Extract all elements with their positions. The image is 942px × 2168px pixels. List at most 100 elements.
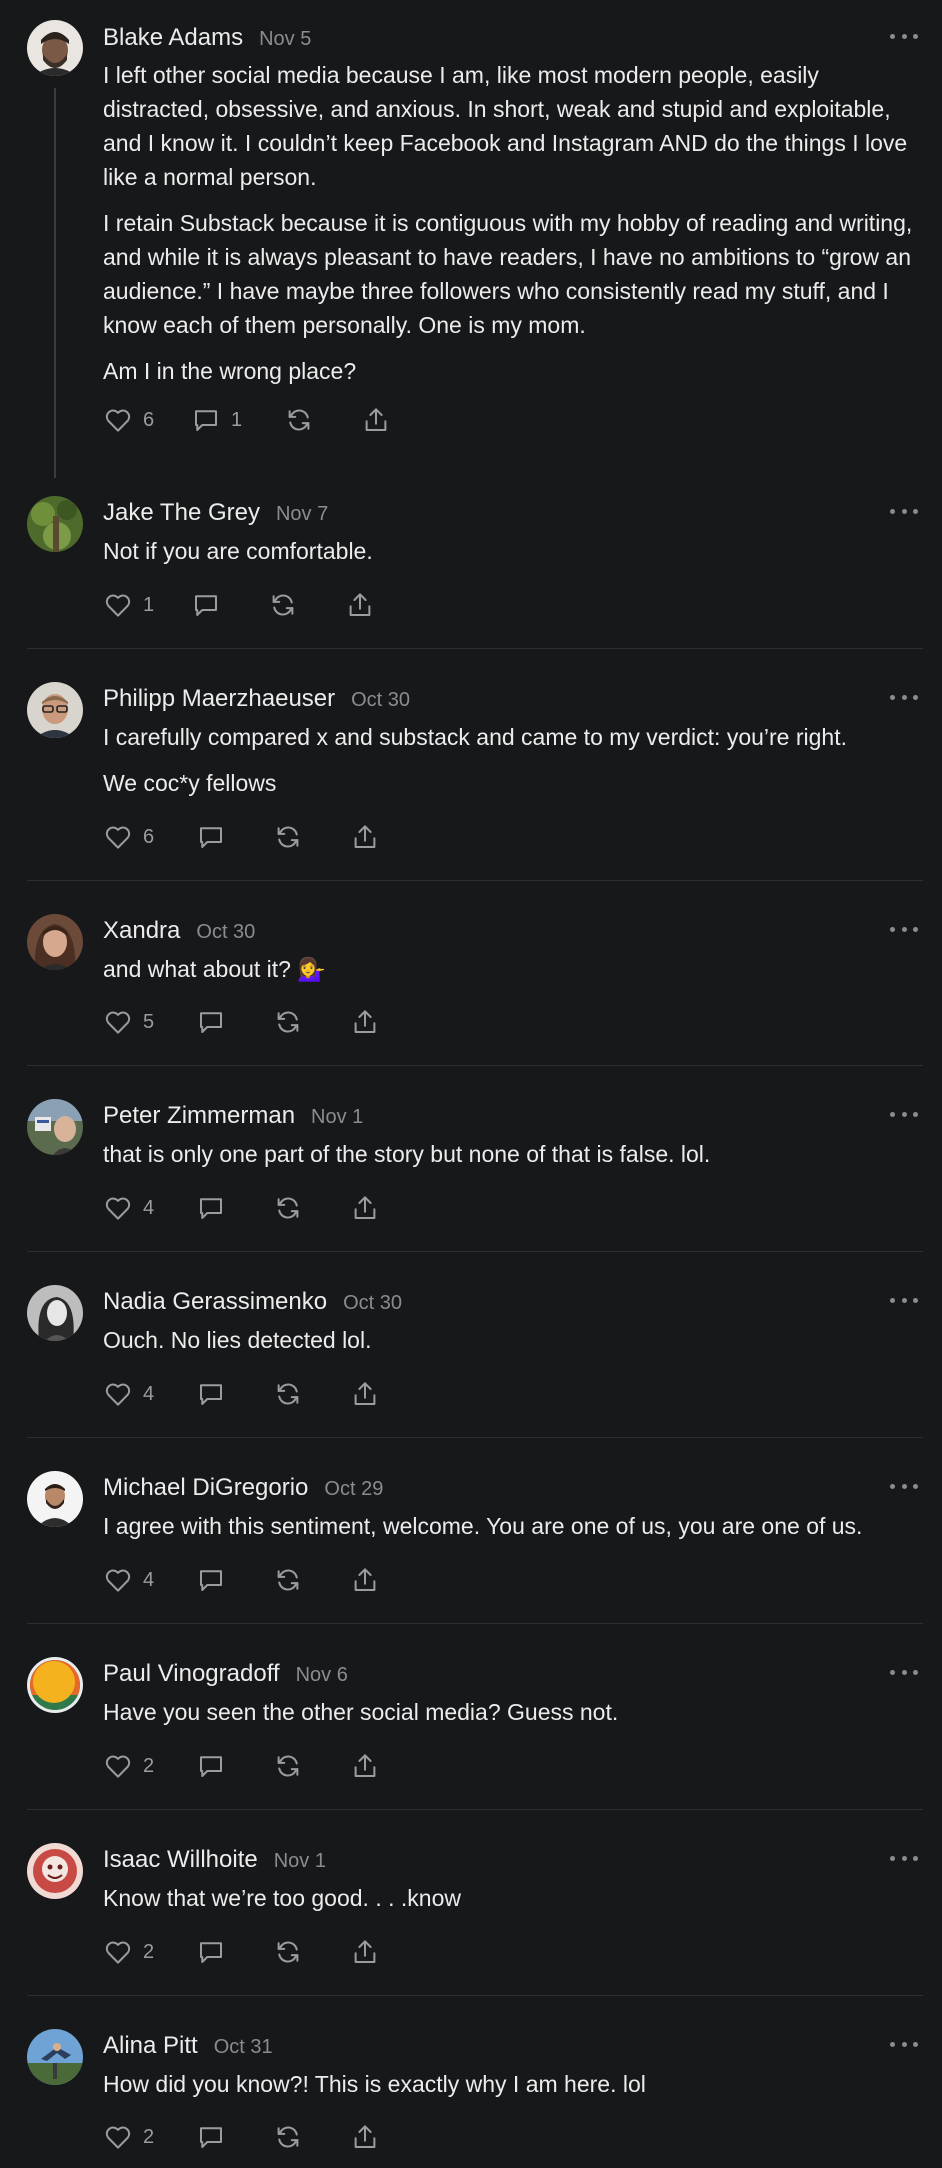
share-button[interactable] [350, 822, 380, 852]
reply-button[interactable] [196, 1193, 273, 1223]
author-name[interactable]: Alina Pitt [103, 2032, 198, 2060]
restack-button[interactable] [273, 1751, 350, 1781]
comment-date[interactable]: Nov 7 [276, 503, 328, 526]
reply-button[interactable] [196, 1751, 273, 1781]
heart-icon [103, 2122, 133, 2152]
like-button[interactable]: 5 [103, 1007, 196, 1037]
share-upload-icon [350, 1565, 380, 1595]
like-button[interactable]: 6 [103, 405, 191, 435]
comment-bubble-icon [196, 1193, 226, 1223]
comment-date[interactable]: Oct 30 [196, 921, 255, 944]
like-button[interactable]: 2 [103, 1937, 196, 1967]
comment-date[interactable]: Nov 6 [296, 1664, 348, 1687]
reply-button[interactable] [196, 822, 273, 852]
avatar[interactable] [27, 2029, 83, 2085]
restack-button[interactable] [273, 1379, 350, 1409]
more-options-icon[interactable] [890, 1662, 918, 1682]
restack-button[interactable] [273, 822, 350, 852]
comment-date[interactable]: Nov 1 [311, 1106, 363, 1129]
restack-arrows-icon [273, 1379, 303, 1409]
divider [27, 1623, 923, 1624]
avatar[interactable] [27, 1657, 83, 1713]
avatar[interactable] [27, 1843, 83, 1899]
restack-button[interactable] [284, 405, 361, 435]
author-name[interactable]: Philipp Maerzhaeuser [103, 685, 335, 713]
share-button[interactable] [350, 1937, 380, 1967]
reply-button[interactable]: 1 [191, 405, 284, 435]
author-name[interactable]: Blake Adams [103, 24, 243, 52]
reply-button[interactable] [196, 2122, 273, 2152]
comment-date[interactable]: Oct 30 [343, 1292, 402, 1315]
avatar[interactable] [27, 682, 83, 738]
more-options-icon[interactable] [890, 1104, 918, 1124]
like-button[interactable]: 6 [103, 822, 196, 852]
more-options-icon[interactable] [890, 2034, 918, 2054]
like-button[interactable]: 2 [103, 1751, 196, 1781]
restack-button[interactable] [273, 1937, 350, 1967]
heart-icon [103, 1937, 133, 1967]
comment-bubble-icon [196, 1379, 226, 1409]
share-button[interactable] [361, 405, 391, 435]
avatar[interactable] [27, 1285, 83, 1341]
comment-paragraph: I carefully compared x and substack and … [103, 724, 847, 750]
reply-button[interactable] [196, 1007, 273, 1037]
more-options-icon[interactable] [890, 1476, 918, 1496]
comment-date[interactable]: Oct 29 [324, 1478, 383, 1501]
like-button[interactable]: 2 [103, 2122, 196, 2152]
thread-line [54, 88, 56, 478]
comment-paragraph: We coc*y fellows [103, 770, 277, 796]
share-button[interactable] [350, 2122, 380, 2152]
share-button[interactable] [350, 1751, 380, 1781]
author-name[interactable]: Xandra [103, 917, 180, 945]
restack-button[interactable] [268, 590, 345, 620]
reply-button[interactable] [196, 1379, 273, 1409]
restack-arrows-icon [273, 1937, 303, 1967]
share-upload-icon [350, 1751, 380, 1781]
share-button[interactable] [350, 1007, 380, 1037]
author-name[interactable]: Paul Vinogradoff [103, 1660, 280, 1688]
reply-button[interactable] [196, 1565, 273, 1595]
author-name[interactable]: Peter Zimmerman [103, 1102, 295, 1130]
comment-actions: 5 [103, 1006, 380, 1038]
comment-bubble-icon [196, 1565, 226, 1595]
heart-icon [103, 1193, 133, 1223]
avatar[interactable] [27, 20, 83, 76]
like-count: 2 [143, 2125, 155, 2148]
like-count: 4 [143, 1382, 155, 1405]
avatar[interactable] [27, 1099, 83, 1155]
restack-button[interactable] [273, 2122, 350, 2152]
avatar[interactable] [27, 1471, 83, 1527]
more-options-icon[interactable] [890, 919, 918, 939]
more-options-icon[interactable] [890, 1290, 918, 1310]
comment-date[interactable]: Nov 1 [274, 1850, 326, 1873]
like-button[interactable]: 4 [103, 1193, 196, 1223]
restack-button[interactable] [273, 1193, 350, 1223]
avatar[interactable] [27, 496, 83, 552]
author-name[interactable]: Jake The Grey [103, 499, 260, 527]
share-upload-icon [350, 1007, 380, 1037]
share-button[interactable] [350, 1565, 380, 1595]
comment-date[interactable]: Nov 5 [259, 28, 311, 51]
share-button[interactable] [345, 590, 375, 620]
more-options-icon[interactable] [890, 26, 918, 46]
like-button[interactable]: 4 [103, 1379, 196, 1409]
more-options-icon[interactable] [890, 501, 918, 521]
reply-button[interactable] [191, 590, 268, 620]
more-options-icon[interactable] [890, 687, 918, 707]
like-button[interactable]: 4 [103, 1565, 196, 1595]
comment-date[interactable]: Oct 30 [351, 689, 410, 712]
author-name[interactable]: Nadia Gerassimenko [103, 1288, 327, 1316]
comment-date[interactable]: Oct 31 [214, 2036, 273, 2059]
like-button[interactable]: 1 [103, 590, 191, 620]
restack-button[interactable] [273, 1565, 350, 1595]
restack-button[interactable] [273, 1007, 350, 1037]
author-name[interactable]: Isaac Willhoite [103, 1846, 258, 1874]
more-options-icon[interactable] [890, 1848, 918, 1868]
reply-button[interactable] [196, 1937, 273, 1967]
comment-actions: 2 [103, 1936, 380, 1968]
avatar[interactable] [27, 914, 83, 970]
share-button[interactable] [350, 1193, 380, 1223]
share-button[interactable] [350, 1379, 380, 1409]
author-name[interactable]: Michael DiGregorio [103, 1474, 308, 1502]
comment-actions: 4 [103, 1564, 380, 1596]
